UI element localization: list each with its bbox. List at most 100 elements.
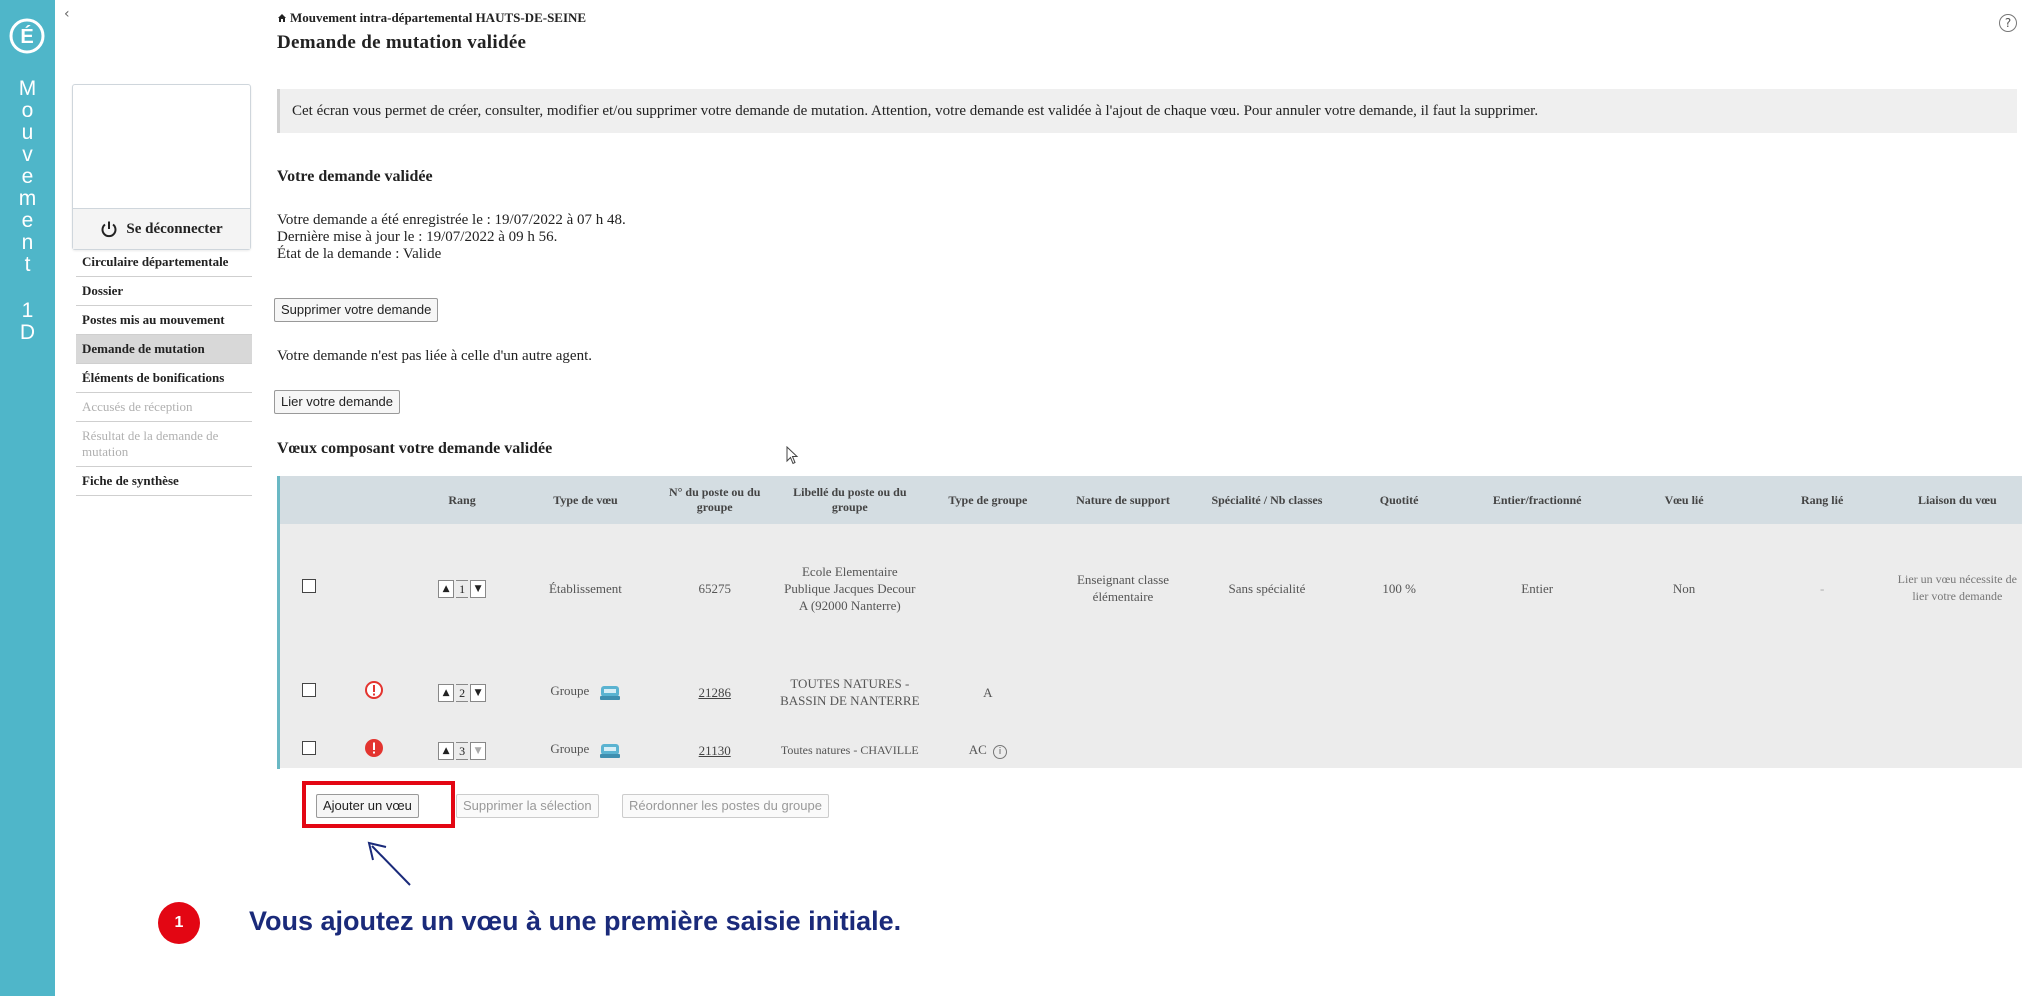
warning-outline-icon [364, 681, 383, 699]
help-icon[interactable]: ? [1999, 14, 2017, 32]
request-state: État de la demande : Valide [277, 246, 442, 262]
breadcrumb-label: Mouvement intra-départemental HAUTS-DE-S… [290, 10, 587, 25]
logout-label: Se déconnecter [126, 220, 223, 237]
col-header [277, 476, 342, 524]
wish-group-type-cell: AC i [923, 732, 1052, 768]
wish-type-cell: Groupe [518, 652, 653, 732]
education-logo-icon: É [9, 18, 45, 54]
rank-control: ▲ 3 ▼ [438, 742, 487, 760]
table-row: ▲ 3 ▼ Groupe 21130 Toutes natures - CHAV… [277, 732, 2022, 768]
logout-button[interactable]: Se déconnecter [73, 208, 250, 249]
col-header-type-groupe[interactable]: Type de groupe [923, 476, 1052, 524]
sidebar-item-fiche[interactable]: Fiche de synthèse [76, 467, 252, 496]
rank-value: 3 [456, 742, 469, 760]
step-badge: 1 [158, 902, 200, 944]
col-header-nature[interactable]: Nature de support [1053, 476, 1194, 524]
rank-up-button[interactable]: ▲ [438, 742, 455, 760]
wishes-section-title: Vœux composant votre demande validée [277, 440, 553, 457]
breadcrumb: Mouvement intra-départemental HAUTS-DE-S… [277, 10, 586, 26]
warning-filled-icon [364, 739, 383, 757]
wish-linked: Non [1672, 580, 1696, 596]
rank-value: 2 [456, 684, 469, 702]
col-header-specialite[interactable]: Spécialité / Nb classes [1194, 476, 1341, 524]
reorder-group-button: Réordonner les postes du groupe [622, 794, 829, 818]
sidebar-item-postes[interactable]: Postes mis au mouvement [76, 306, 252, 335]
col-header-rang-lie[interactable]: Rang lié [1752, 476, 1893, 524]
wish-linked-rank: - [1819, 580, 1825, 596]
table-accent-bar [277, 476, 280, 769]
wish-type-cell: Groupe [518, 732, 653, 768]
table-header-row: Rang Type de vœu N° du poste ou du group… [277, 476, 2022, 524]
band-letter: o [21, 99, 34, 122]
link-status: Votre demande n'est pas liée à celle d'u… [277, 348, 592, 364]
wish-group-type: A [983, 684, 993, 700]
rank-down-button[interactable]: ▼ [470, 580, 487, 598]
table-row: ▲ 1 ▼ Établissement 65275 Ecole Elementa… [277, 524, 2022, 652]
row-checkbox[interactable] [302, 579, 317, 593]
band-letter: D [19, 321, 36, 344]
col-header-type[interactable]: Type de vœu [518, 476, 653, 524]
group-number-link[interactable]: 21130 [699, 743, 731, 758]
page-title: Demande de mutation validée [277, 32, 527, 53]
updated-date: Dernière mise à jour le : 19/07/2022 à 0… [277, 229, 558, 245]
col-header-numero[interactable]: N° du poste ou du groupe [653, 476, 776, 524]
wish-number: 65275 [698, 580, 731, 596]
group-icon[interactable] [599, 742, 621, 760]
band-letter: 1 [21, 299, 34, 322]
group-icon[interactable] [599, 684, 621, 702]
rank-up-button[interactable]: ▲ [438, 684, 455, 702]
mouse-cursor-icon [786, 446, 799, 465]
band-letter: n [21, 231, 34, 254]
wish-quotite: 100 % [1382, 580, 1416, 596]
wish-label: Ecole Elementaire Publique Jacques Decou… [784, 563, 916, 613]
band-letter: m [18, 187, 37, 210]
wish-label: Toutes natures - CHAVILLE [780, 742, 919, 757]
collapse-sidebar-icon[interactable]: ‹ [64, 6, 70, 22]
info-banner: Cet écran vous permet de créer, consulte… [277, 89, 2017, 133]
wish-group-type [923, 524, 1052, 652]
annotation-text: Vous ajoutez un vœu à une première saisi… [249, 906, 902, 936]
info-icon[interactable]: i [993, 745, 1008, 759]
col-header-voeu-lie[interactable]: Vœu lié [1617, 476, 1752, 524]
sidebar-item-circulaire[interactable]: Circulaire départementale [76, 248, 252, 277]
rank-control: ▲ 2 ▼ [438, 684, 487, 702]
wish-type: Groupe [550, 683, 590, 699]
rank-control: ▲ 1 ▼ [438, 580, 487, 598]
wish-entier: Entier [1521, 580, 1554, 596]
link-request-button[interactable]: Lier votre demande [274, 390, 401, 414]
col-header-quotite[interactable]: Quotité [1340, 476, 1458, 524]
row-checkbox[interactable] [302, 741, 317, 755]
rank-down-button[interactable]: ▼ [470, 684, 487, 702]
wish-support: Enseignant classe élémentaire [1076, 572, 1170, 604]
rank-down-button[interactable]: ▼ [470, 742, 487, 760]
rank-up-button[interactable]: ▲ [438, 580, 455, 598]
delete-request-button[interactable]: Supprimer votre demande [274, 298, 439, 322]
app-side-band: É M o u v e m e n t 1 D [0, 0, 55, 996]
wish-type: Établissement [548, 580, 622, 596]
band-letter: v [22, 143, 33, 166]
vertical-app-name: M o u v e m e n t 1 D [0, 78, 55, 344]
sidebar-item-demande[interactable]: Demande de mutation [76, 335, 252, 364]
col-header-entier[interactable]: Entier/fractionné [1458, 476, 1617, 524]
col-header-liaison[interactable]: Liaison du vœu [1893, 476, 2022, 524]
sidebar-item-dossier[interactable]: Dossier [76, 277, 252, 306]
band-letter: M [18, 77, 37, 100]
table-row: ▲ 2 ▼ Groupe 21286 TOUTES NATURES - BASS… [277, 652, 2022, 732]
wish-label: TOUTES NATURES - BASSIN DE NANTERRE [780, 676, 920, 708]
col-header-rang[interactable]: Rang [406, 476, 518, 524]
col-header [342, 476, 407, 524]
wish-speciality: Sans spécialité [1228, 580, 1306, 596]
registered-date: Votre demande a été enregistrée le : 19/… [277, 212, 626, 228]
group-number-link[interactable]: 21286 [698, 685, 731, 700]
rank-value: 1 [456, 580, 469, 598]
home-icon [278, 14, 286, 22]
band-letter: e [21, 209, 34, 232]
band-letter: e [21, 165, 34, 188]
row-checkbox[interactable] [302, 683, 317, 697]
delete-selection-button: Supprimer la sélection [456, 794, 599, 818]
col-header-libelle[interactable]: Libellé du poste ou du groupe [776, 476, 923, 524]
wish-type: Groupe [550, 741, 590, 757]
sidebar-item-bonifications[interactable]: Éléments de bonifications [76, 364, 252, 393]
add-wish-highlight [302, 781, 455, 828]
wishes-table: Rang Type de vœu N° du poste ou du group… [277, 476, 2022, 769]
